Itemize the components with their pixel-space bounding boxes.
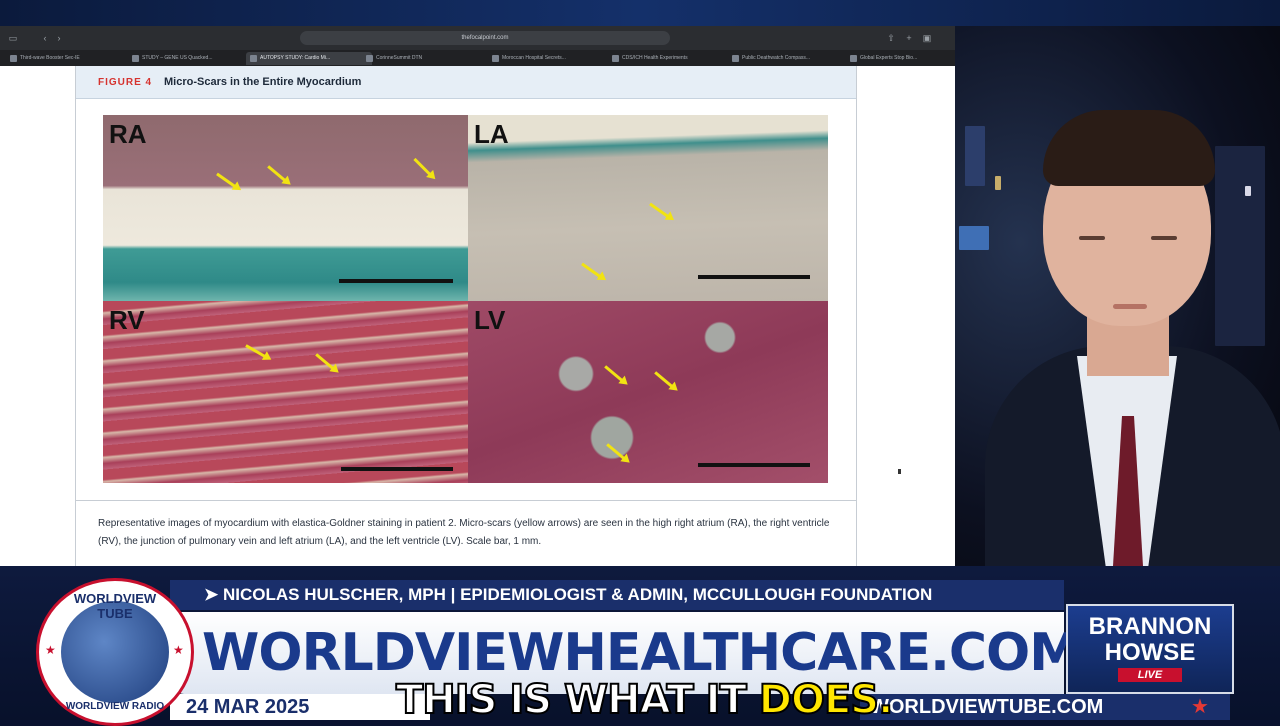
show-badge: BRANNON HOWSE LIVE	[1066, 604, 1234, 694]
site-url: WORLDVIEWTUBE.COM	[870, 696, 1104, 718]
city-backdrop	[1215, 146, 1265, 346]
presenter-mouth	[1113, 304, 1147, 309]
panel-lv: LV	[468, 301, 828, 483]
figure-divider	[76, 500, 856, 501]
subtitle-part-yellow: DOES.	[758, 677, 895, 723]
panel-label-rv: RV	[109, 305, 145, 335]
top-backdrop	[0, 0, 1280, 26]
page-margin-left	[0, 66, 75, 566]
scale-bar	[341, 467, 453, 471]
presenter-eye	[1151, 236, 1177, 240]
tab-8[interactable]: Global Experts Stop Bio...	[846, 52, 955, 65]
figure-4: FIGURE 4 Micro-Scars in the Entire Myoca…	[75, 66, 857, 566]
yellow-arrow-icon	[581, 262, 601, 278]
logo-top-text: WORLDVIEW TUBE	[73, 591, 157, 621]
yellow-arrow-icon	[413, 157, 432, 176]
tab-4[interactable]: CorinneSummit DTN	[362, 52, 486, 65]
presenter-eye	[1079, 236, 1105, 240]
scale-bar	[698, 275, 810, 279]
city-backdrop	[965, 126, 985, 186]
star-icon: ★	[1191, 696, 1209, 718]
new-tab-icon[interactable]: +	[904, 33, 914, 43]
mouse-cursor-icon	[898, 469, 901, 474]
browser-toolbar: ▭ ‹ › thefocalpoint.com ⇧ + ▣	[0, 26, 955, 50]
figure-title: Micro-Scars in the Entire Myocardium	[164, 76, 362, 88]
guest-ticker: ➤ NICOLAS HULSCHER, MPH | EPIDEMIOLOGIST…	[170, 580, 1064, 610]
figure-number: FIGURE 4	[98, 77, 153, 88]
broadcast-date: 24 MAR 2025	[186, 696, 310, 718]
yellow-arrow-icon	[604, 365, 623, 382]
city-light	[959, 226, 989, 250]
tab-bar: Third-wave Booster Sec-IE STUDY – GENE U…	[0, 50, 955, 66]
tab-favicon-icon	[366, 55, 373, 62]
yellow-arrow-icon	[315, 353, 334, 370]
city-light	[995, 176, 1001, 190]
yellow-arrow-icon	[245, 344, 266, 358]
live-badge: LIVE	[1118, 668, 1182, 682]
show-name-line1: BRANNON	[1088, 613, 1212, 640]
panel-ra: RA	[103, 115, 468, 301]
tab-favicon-icon	[850, 55, 857, 62]
logo-bottom-text: WORLDVIEW RADIO	[65, 701, 165, 712]
page-margin-right	[855, 66, 955, 566]
tab-overview-icon[interactable]: ▣	[922, 33, 932, 43]
presenter-video	[955, 26, 1280, 566]
web-page: FIGURE 4 Micro-Scars in the Entire Myoca…	[0, 66, 955, 566]
panel-label-la: LA	[474, 119, 509, 149]
address-bar[interactable]: thefocalpoint.com	[300, 31, 670, 45]
tab-favicon-icon	[732, 55, 739, 62]
tab-favicon-icon	[612, 55, 619, 62]
tab-1[interactable]: Third-wave Booster Sec-IE	[6, 52, 138, 65]
city-light	[1245, 186, 1251, 196]
figure-header: FIGURE 4 Micro-Scars in the Entire Myoca…	[76, 66, 856, 99]
address-bar-url: thefocalpoint.com	[461, 35, 509, 41]
yellow-arrow-icon	[216, 172, 236, 188]
star-icon: ★	[45, 643, 56, 657]
figure-caption: Representative images of myocardium with…	[98, 518, 830, 547]
tab-favicon-icon	[492, 55, 499, 62]
tab-6[interactable]: CDS/ICH Health Experiments	[608, 52, 736, 65]
scale-bar	[339, 279, 453, 283]
star-icon: ★	[173, 643, 184, 657]
tab-7[interactable]: Public Deathwatch Compass...	[728, 52, 856, 65]
tab-2[interactable]: STUDY – GENE US Quacked...	[128, 52, 256, 65]
yellow-arrow-icon	[654, 371, 673, 388]
star-icon: ★	[370, 694, 390, 719]
subtitle-part-white: THIS IS WHAT IT	[395, 677, 759, 723]
tab-5[interactable]: Moroccan Hospital Secrets...	[488, 52, 616, 65]
back-icon[interactable]: ‹	[40, 33, 50, 43]
tab-favicon-icon	[132, 55, 139, 62]
worldview-tube-logo: WORLDVIEW TUBE WORLDVIEW RADIO ★ ★	[36, 578, 194, 726]
tab-favicon-icon	[10, 55, 17, 62]
tab-3-active[interactable]: AUTOPSY STUDY: Cardio Mi...	[246, 52, 372, 65]
forward-icon[interactable]: ›	[54, 33, 64, 43]
panel-rv: RV	[103, 301, 468, 483]
guest-ticker-text: ➤ NICOLAS HULSCHER, MPH | EPIDEMIOLOGIST…	[204, 585, 933, 604]
panel-la: LA	[468, 115, 828, 301]
tab-favicon-icon	[250, 55, 257, 62]
browser-window: ▭ ‹ › thefocalpoint.com ⇧ + ▣ Third-wave…	[0, 26, 955, 566]
presenter-hair	[1043, 110, 1215, 186]
yellow-arrow-icon	[606, 443, 625, 460]
yellow-arrow-icon	[267, 165, 286, 182]
yellow-arrow-icon	[649, 202, 669, 218]
caption-subtitle: THIS IS WHAT IT DOES.	[395, 677, 895, 723]
sidebar-toggle-icon[interactable]: ▭	[8, 33, 18, 43]
show-name-line2: HOWSE	[1104, 639, 1196, 666]
site-bar: WORLDVIEWTUBE.COM	[860, 694, 1230, 720]
scale-bar	[698, 463, 810, 467]
share-icon[interactable]: ⇧	[886, 33, 896, 43]
panel-label-ra: RA	[109, 119, 147, 149]
panel-label-lv: LV	[474, 305, 506, 335]
